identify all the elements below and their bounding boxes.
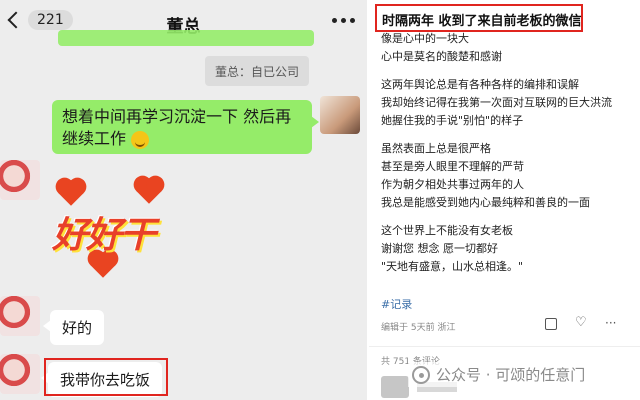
post-line — [381, 212, 639, 222]
outgoing-message: 想着中间再学习沉淀一下 然后再继续工作 — [52, 100, 319, 154]
wechat-official-icon — [412, 365, 430, 384]
post-actions: ··· — [545, 315, 616, 330]
post-line: 甚至是旁人眼里不理解的严苛 — [381, 160, 524, 173]
post-line: 这两年舆论总是有各种各样的编排和误解 — [381, 78, 579, 91]
commenter-avatar[interactable] — [381, 376, 409, 398]
previous-message-bubble — [58, 30, 314, 46]
post-line: 这个世界上不能没有女老板 — [381, 224, 513, 237]
grin-emoji-icon — [131, 130, 150, 149]
self-avatar[interactable] — [320, 96, 360, 134]
post-screenshot: 时隔两年 收到了来自前老板的微信 像是心中的一块大 心中是莫名的酸楚和感谢 这两… — [369, 0, 640, 400]
heart-outline-icon[interactable] — [575, 315, 587, 330]
contact-avatar[interactable] — [0, 354, 40, 394]
incoming-message: 好的 — [42, 310, 105, 345]
heart-icon — [58, 180, 84, 206]
share-icon[interactable] — [545, 318, 557, 330]
post-line: 我总是能感受到她内心最纯粹和善良的一面 — [381, 196, 590, 209]
post-title: 时隔两年 收到了来自前老板的微信 — [375, 4, 583, 32]
post-line: 像是心中的一块大 — [381, 32, 469, 45]
sticker-message: 好好干 — [46, 176, 176, 278]
post-line: 虽然表面上总是很严格 — [381, 142, 491, 155]
post-meta: 编辑于 5天前 浙江 — [381, 323, 456, 333]
divider — [369, 346, 640, 347]
post-line — [381, 130, 639, 140]
post-line: 我却始终记得在我第一次面对互联网的巨大洪流 — [381, 96, 612, 109]
sticker-text: 好好干 — [52, 215, 156, 256]
more-icon[interactable]: ··· — [605, 317, 616, 330]
post-line: "天地有盛意，山水总相逢。" — [381, 260, 524, 273]
heart-icon — [136, 178, 162, 204]
post-line — [381, 66, 639, 76]
post-line: 她握住我的手说"别怕"的样子 — [381, 114, 524, 127]
outgoing-message-text: 想着中间再学习沉淀一下 然后再继续工作 — [62, 107, 292, 148]
chat-screenshot: 221 董总 董总：自已公司 想着中间再学习沉淀一下 然后再继续工作 好好干 好… — [0, 0, 367, 400]
contact-avatar[interactable] — [0, 160, 40, 200]
topic-tag[interactable]: #记录 — [381, 296, 412, 312]
watermark: 公众号 · 可颂的任意门 — [408, 362, 590, 387]
post-line: 谢谢您 想念 愿一切都好 — [381, 242, 498, 255]
more-icon[interactable] — [332, 18, 355, 23]
watermark-text: 公众号 · 可颂的任意门 — [436, 366, 586, 384]
highlight-box — [44, 358, 168, 396]
post-line: 作为朝夕相处共事过两年的人 — [381, 178, 524, 191]
post-body: 像是心中的一块大 心中是莫名的酸楚和感谢 这两年舆论总是有各种各样的编排和误解 … — [381, 30, 639, 276]
contact-avatar[interactable] — [0, 296, 40, 336]
quoted-message: 董总：自已公司 — [205, 56, 309, 86]
post-line: 心中是莫名的酸楚和感谢 — [381, 50, 502, 63]
